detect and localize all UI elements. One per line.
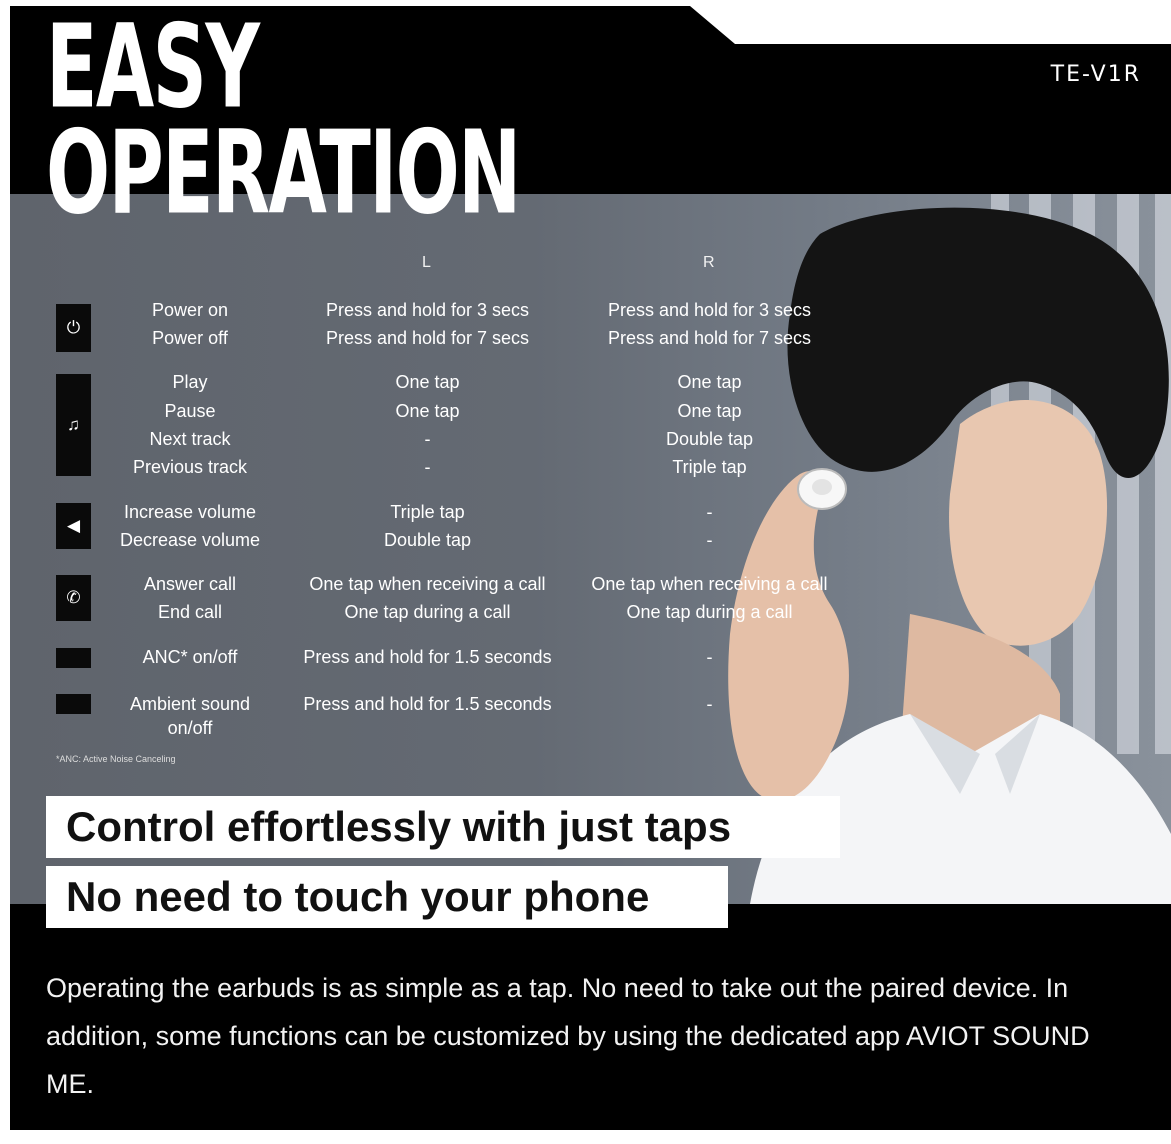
- row-label: Power off: [152, 328, 228, 348]
- row-label: End call: [157, 602, 223, 622]
- headline-1: Control effortlessly with just taps: [46, 796, 840, 858]
- row-right-value: Press and hold for 3 secs: [607, 300, 812, 320]
- row-right-value: One tap: [677, 372, 742, 392]
- row-label: Previous track: [132, 457, 248, 477]
- table-row: Decrease volume Double tap -: [10, 526, 1171, 554]
- footnote: *ANC: Active Noise Canceling: [56, 754, 176, 764]
- row-right-value: -: [706, 647, 713, 667]
- row-left-value: -: [424, 429, 431, 449]
- row-left-value: Triple tap: [390, 502, 465, 522]
- row-label: Answer call: [143, 574, 237, 594]
- row-left-value: Press and hold for 3 secs: [325, 300, 530, 320]
- row-right-value: One tap when receiving a call: [591, 574, 828, 594]
- row-right-value: Double tap: [665, 429, 754, 449]
- row-label-line-2: on/off: [167, 718, 213, 738]
- table-row-continued: on/off: [10, 714, 1171, 742]
- product-card: EASY OPERATION TE-V1R L R ⏻ Power on Pre…: [10, 6, 1171, 1130]
- table-row: Answer call One tap when receiving a cal…: [10, 570, 1171, 598]
- table-row: ANC* on/off Press and hold for 1.5 secon…: [10, 643, 1171, 671]
- row-left-value: Press and hold for 7 secs: [325, 328, 530, 348]
- row-label: Play: [172, 372, 208, 392]
- table-row: Increase volume Triple tap -: [10, 498, 1171, 526]
- row-right-value: -: [706, 530, 713, 550]
- description: Operating the earbuds is as simple as a …: [46, 973, 1090, 1099]
- row-right-value: Triple tap: [672, 457, 747, 477]
- row-right-value: One tap during a call: [626, 602, 793, 622]
- row-left-value: One tap when receiving a call: [309, 574, 546, 594]
- table-row: Pause One tap One tap: [10, 397, 1171, 425]
- row-left-value: One tap during a call: [344, 602, 511, 622]
- row-label: Pause: [164, 401, 216, 421]
- column-header-right: R: [703, 254, 715, 271]
- row-left-value: One tap: [395, 372, 460, 392]
- row-label: Increase volume: [123, 502, 257, 522]
- row-label: Power on: [151, 300, 229, 320]
- row-label: ANC* on/off: [142, 647, 238, 667]
- row-left-value: Double tap: [383, 530, 472, 550]
- row-left-value: Press and hold for 1.5 seconds: [303, 647, 552, 667]
- row-left-value: -: [424, 457, 431, 477]
- table-row: Power off Press and hold for 7 secs Pres…: [10, 324, 1171, 352]
- row-right-value: -: [706, 502, 713, 522]
- headline-2: No need to touch your phone: [46, 866, 728, 928]
- operation-table: L R ⏻ Power on Press and hold for 3 secs…: [10, 6, 1171, 806]
- row-right-value: Press and hold for 7 secs: [607, 328, 812, 348]
- row-label: Decrease volume: [119, 530, 261, 550]
- table-row: Next track - Double tap: [10, 425, 1171, 453]
- table-row: Play One tap One tap: [10, 368, 1171, 396]
- row-label: Next track: [149, 429, 231, 449]
- column-header-left: L: [422, 254, 431, 271]
- table-row: End call One tap during a call One tap d…: [10, 598, 1171, 626]
- table-row: Power on Press and hold for 3 secs Press…: [10, 296, 1171, 324]
- table-row: Previous track - Triple tap: [10, 453, 1171, 481]
- row-right-value: One tap: [677, 401, 742, 421]
- row-left-value: One tap: [395, 401, 460, 421]
